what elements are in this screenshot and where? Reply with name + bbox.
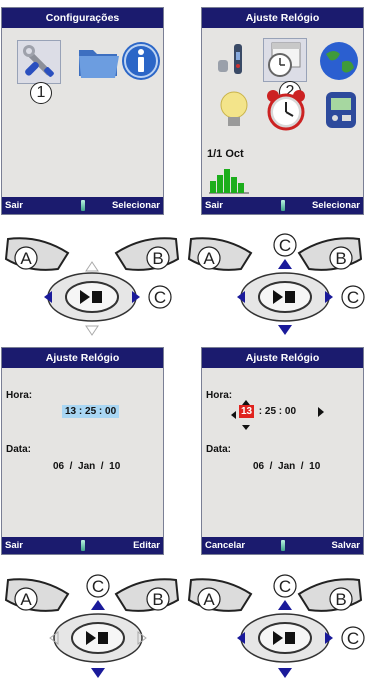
date-value[interactable]: 06 / Jan / 10 bbox=[53, 461, 120, 472]
hora-label: Hora: bbox=[6, 390, 33, 401]
screen-ajuste-relogio-view: Ajuste Relógio Hora: 13 : 25 : 00 Data: … bbox=[1, 347, 164, 555]
control-pad-1: A B C bbox=[0, 231, 183, 345]
button-a-label: A bbox=[203, 249, 215, 268]
left-softkey[interactable]: Sair bbox=[205, 197, 223, 214]
info-icon[interactable] bbox=[120, 40, 164, 84]
button-b-label: B bbox=[152, 249, 163, 268]
data-label: Data: bbox=[6, 444, 32, 455]
button-a-label: A bbox=[20, 590, 32, 609]
time-rest-value: : 25 : 00 bbox=[256, 406, 297, 417]
battery-indicator bbox=[280, 200, 285, 211]
hour-value: 13 bbox=[241, 406, 253, 417]
control-pad-2: A B C C bbox=[183, 231, 366, 345]
softkey-bar: Sair Selecionar bbox=[2, 197, 163, 214]
button-c-label: C bbox=[279, 577, 291, 596]
tools-icon[interactable] bbox=[17, 40, 61, 84]
right-arrow-icon[interactable] bbox=[316, 406, 326, 418]
button-b-label: B bbox=[152, 590, 163, 609]
screen-ajuste-relogio-edit: Ajuste Relógio Hora: 13 : 25 : 00 Data: … bbox=[201, 347, 364, 555]
alarm-clock-icon[interactable] bbox=[264, 88, 308, 132]
folder-icon[interactable] bbox=[77, 42, 121, 86]
button-c-label: C bbox=[92, 577, 104, 596]
control-pad-4: A B C C bbox=[183, 572, 366, 686]
left-softkey[interactable]: Cancelar bbox=[205, 537, 245, 554]
chart-date-icon[interactable] bbox=[207, 155, 251, 199]
screen-title: Ajuste Relógio bbox=[202, 8, 363, 28]
button-b-label: B bbox=[335, 590, 346, 609]
right-softkey[interactable]: Salvar bbox=[331, 537, 360, 554]
screen-title: Configurações bbox=[2, 8, 163, 28]
battery-indicator bbox=[80, 200, 85, 211]
button-c-label: C bbox=[279, 236, 291, 255]
step-badge: 1 bbox=[30, 82, 52, 104]
button-a-label: A bbox=[20, 249, 32, 268]
control-pad-3: A B C bbox=[0, 572, 183, 686]
button-a-label: A bbox=[203, 590, 215, 609]
right-softkey[interactable]: Editar bbox=[133, 537, 160, 554]
battery-device-icon[interactable] bbox=[320, 88, 364, 132]
left-softkey[interactable]: Sair bbox=[5, 537, 23, 554]
screen-title: Ajuste Relógio bbox=[2, 348, 163, 368]
right-softkey[interactable]: Selecionar bbox=[112, 197, 160, 214]
data-label: Data: bbox=[206, 444, 232, 455]
screen-configuracoes: Configurações 1 Sair Selecionar bbox=[1, 7, 164, 215]
right-softkey[interactable]: Selecionar bbox=[312, 197, 360, 214]
date-value[interactable]: 06 / Jan / 10 bbox=[253, 461, 320, 472]
button-c-label-right: C bbox=[347, 629, 359, 648]
left-softkey[interactable]: Sair bbox=[5, 197, 23, 214]
hour-edit-field[interactable]: 13 bbox=[239, 405, 255, 418]
button-c-label: C bbox=[154, 288, 166, 307]
globe-icon[interactable] bbox=[318, 40, 362, 84]
softkey-bar: Sair Selecionar bbox=[202, 197, 363, 214]
button-b-label: B bbox=[335, 249, 346, 268]
button-c-label-right: C bbox=[347, 288, 359, 307]
time-value[interactable]: 13 : 25 : 00 bbox=[62, 405, 120, 418]
battery-indicator bbox=[80, 540, 85, 551]
signal-device-icon[interactable] bbox=[210, 40, 254, 84]
lightbulb-icon[interactable] bbox=[212, 88, 256, 132]
softkey-bar: Cancelar Salvar bbox=[202, 537, 363, 554]
softkey-bar: Sair Editar bbox=[2, 537, 163, 554]
battery-indicator bbox=[280, 540, 285, 551]
screen-ajuste-relogio-menu: Ajuste Relógio 2 1/1 Oct Sair Selecionar bbox=[201, 7, 364, 215]
calendar-clock-icon[interactable] bbox=[263, 38, 307, 82]
screen-title: Ajuste Relógio bbox=[202, 348, 363, 368]
